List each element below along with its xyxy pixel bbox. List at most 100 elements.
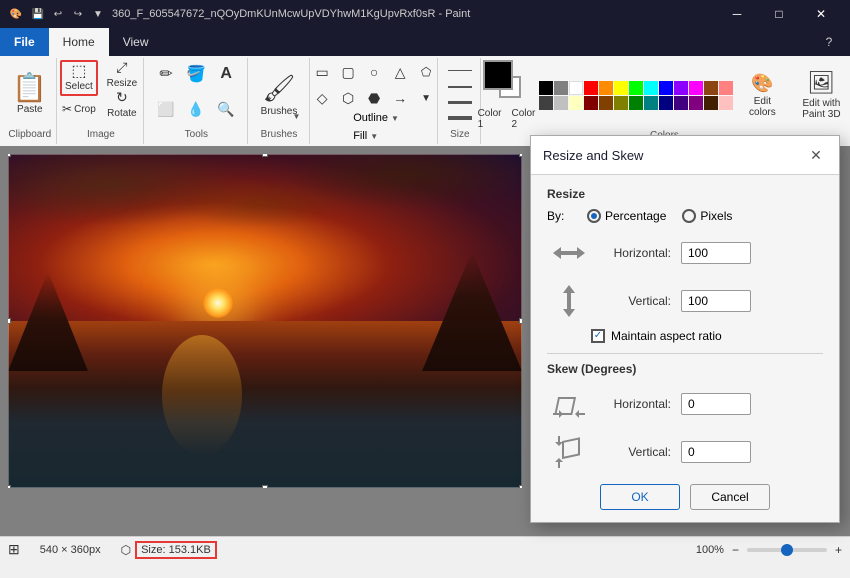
shape-rounded-rect[interactable]: ▢ — [336, 60, 360, 84]
swatch-cyan[interactable] — [644, 81, 658, 95]
redo-icon[interactable]: ↪ — [70, 6, 86, 22]
handle-middle-left[interactable] — [8, 318, 11, 324]
swatch-purple[interactable] — [689, 96, 703, 110]
resize-dialog[interactable]: Resize and Skew ✕ Resize By: Percentage … — [530, 135, 840, 523]
pencil-button[interactable]: ✏ — [152, 60, 180, 88]
swatch-navy[interactable] — [659, 96, 673, 110]
swatch-blue[interactable] — [659, 81, 673, 95]
swatch-orange[interactable] — [599, 81, 613, 95]
swatch-green[interactable] — [629, 96, 643, 110]
swatch-darkgray[interactable] — [539, 96, 553, 110]
size-1[interactable] — [444, 65, 476, 78]
skew-vertical-input[interactable]: 0 — [681, 441, 751, 463]
horizontal-input[interactable]: 100 — [681, 242, 751, 264]
swatch-red[interactable] — [584, 81, 598, 95]
help-button[interactable]: ? — [808, 28, 850, 56]
swatch-lightyellow[interactable] — [569, 96, 583, 110]
handle-bottom-right[interactable] — [519, 485, 522, 488]
crop-button[interactable]: ✂ Crop — [60, 98, 98, 120]
cancel-button[interactable]: Cancel — [690, 484, 770, 510]
zoom-thumb[interactable] — [781, 544, 793, 556]
handle-top-right[interactable] — [519, 154, 522, 157]
edit-colors-button[interactable]: 🎨 Edit colors — [737, 70, 787, 120]
handle-bottom-middle[interactable] — [262, 485, 268, 488]
rotate-button[interactable]: ↻ Rotate — [102, 90, 142, 118]
by-label: By: — [547, 209, 571, 223]
paint3d-icon: 🖼 — [807, 70, 835, 96]
shapes-more[interactable]: ▼ — [414, 86, 438, 110]
minimize-button[interactable]: ─ — [716, 0, 758, 28]
fill-icon: 🪣 — [186, 64, 206, 84]
dialog-close-button[interactable]: ✕ — [805, 144, 827, 166]
magnify-button[interactable]: 🔍 — [212, 96, 240, 124]
paste-button[interactable]: 📋 Paste — [7, 65, 52, 125]
swatch-violet[interactable] — [674, 81, 688, 95]
shape-diamond[interactable]: ◇ — [310, 86, 334, 110]
swatch-darkbrown[interactable] — [704, 96, 718, 110]
swatch-pink[interactable] — [719, 81, 733, 95]
edit-with-paint3d-button[interactable]: 🖼 Edit with Paint 3D — [791, 70, 850, 120]
size-label: Size — [450, 129, 469, 142]
maintain-ratio-checkbox[interactable] — [591, 329, 605, 343]
text-button[interactable]: A — [212, 60, 240, 88]
zoom-slider[interactable] — [747, 548, 827, 552]
handle-top-middle[interactable] — [262, 154, 268, 157]
handle-top-left[interactable] — [8, 154, 11, 157]
brushes-button[interactable]: 🖌 Brushes ▼ — [256, 65, 303, 125]
shape-ellipse[interactable]: ○ — [362, 60, 386, 84]
shape-triangle[interactable]: △ — [388, 60, 412, 84]
shape-chevron[interactable]: ⬠ — [414, 60, 438, 84]
skew-horizontal-input[interactable]: 0 — [681, 393, 751, 415]
shape-arrow[interactable]: → — [388, 86, 412, 110]
handle-middle-right[interactable] — [519, 318, 522, 324]
eraser-button[interactable]: ⬜ — [152, 96, 180, 124]
swatch-indigo[interactable] — [674, 96, 688, 110]
tab-view[interactable]: View — [109, 28, 163, 56]
dropdown-icon[interactable]: ▼ — [90, 6, 106, 22]
swatch-brown[interactable] — [704, 81, 718, 95]
skew-horizontal-label: Horizontal: — [591, 397, 671, 411]
select-button[interactable]: ⬚ Select — [60, 60, 98, 96]
swatch-silver[interactable] — [554, 96, 568, 110]
swatch-white[interactable] — [569, 81, 583, 95]
resize-button[interactable]: ⤢ Resize — [102, 60, 142, 88]
zoom-in-icon[interactable]: + — [835, 543, 842, 557]
fill-button[interactable]: 🪣 — [182, 60, 210, 88]
skew-vertical-row: Vertical: 0 — [547, 432, 823, 472]
size-icon: ⬡ — [121, 543, 131, 557]
vertical-input[interactable]: 100 — [681, 290, 751, 312]
swatch-gray[interactable] — [554, 81, 568, 95]
shape-rect[interactable]: ▭ — [310, 60, 334, 84]
swatch-olive[interactable] — [614, 96, 628, 110]
swatch-lightpink[interactable] — [719, 96, 733, 110]
shape-hexagon[interactable]: ⬣ — [362, 86, 386, 110]
swatch-lime[interactable] — [629, 81, 643, 95]
outline-dropdown[interactable]: Outline ▼ — [349, 110, 403, 126]
size-3[interactable] — [444, 96, 476, 109]
swatch-black[interactable] — [539, 81, 553, 95]
percentage-radio[interactable]: Percentage — [587, 209, 666, 223]
swatch-yellow[interactable] — [614, 81, 628, 95]
maximize-button[interactable]: □ — [758, 0, 800, 28]
swatch-teal[interactable] — [644, 96, 658, 110]
fill-dropdown[interactable]: Fill ▼ — [349, 128, 403, 144]
undo-icon[interactable]: ↩ — [50, 6, 66, 22]
pixels-radio[interactable]: Pixels — [682, 209, 732, 223]
skew-horizontal-icon — [547, 384, 591, 424]
swatch-darkorange[interactable] — [599, 96, 613, 110]
tab-file[interactable]: File — [0, 28, 49, 56]
color1-swatch[interactable] — [483, 60, 513, 90]
tab-home[interactable]: Home — [49, 28, 109, 56]
swatch-maroon[interactable] — [584, 96, 598, 110]
save-icon[interactable]: 💾 — [30, 6, 46, 22]
close-button[interactable]: ✕ — [800, 0, 842, 28]
picker-button[interactable]: 💧 — [182, 96, 210, 124]
swatch-magenta[interactable] — [689, 81, 703, 95]
zoom-out-icon[interactable]: − — [732, 543, 739, 557]
handle-bottom-left[interactable] — [8, 485, 11, 488]
shape-pentagon[interactable]: ⬡ — [336, 86, 360, 110]
size-2[interactable] — [444, 80, 476, 93]
size-4[interactable] — [444, 112, 476, 125]
zoom-level: 100% — [696, 544, 724, 556]
ok-button[interactable]: OK — [600, 484, 680, 510]
